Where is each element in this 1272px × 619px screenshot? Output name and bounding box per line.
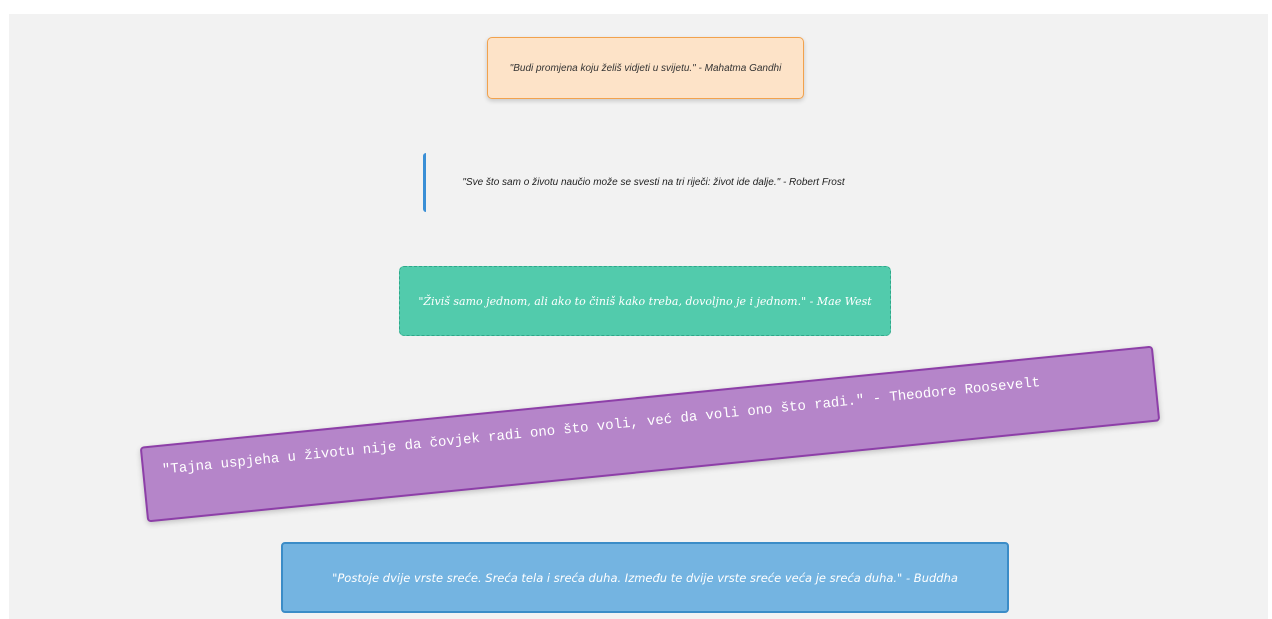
quote-text: "Živiš samo jednom, ali ako to činiš kak… <box>418 294 872 308</box>
quotes-page: "Budi promjena koju želiš vidjeti u svij… <box>9 14 1268 619</box>
quote-text: "Tajna uspjeha u životu nije da čovjek r… <box>161 375 1041 479</box>
quote-card-buddha: "Postoje dvije vrste sreće. Sreća tela i… <box>281 542 1009 613</box>
quote-text: "Sve što sam o životu naučio može se sve… <box>462 177 845 188</box>
quote-card-frost: "Sve što sam o životu naučio može se sve… <box>423 153 863 212</box>
quote-card-gandhi: "Budi promjena koju želiš vidjeti u svij… <box>487 37 804 99</box>
quote-card-roosevelt: "Tajna uspjeha u životu nije da čovjek r… <box>139 345 1161 523</box>
quote-card-west: "Živiš samo jednom, ali ako to činiš kak… <box>399 266 891 336</box>
quote-text: "Postoje dvije vrste sreće. Sreća tela i… <box>332 570 958 585</box>
quote-text: "Budi promjena koju želiš vidjeti u svij… <box>509 62 782 74</box>
